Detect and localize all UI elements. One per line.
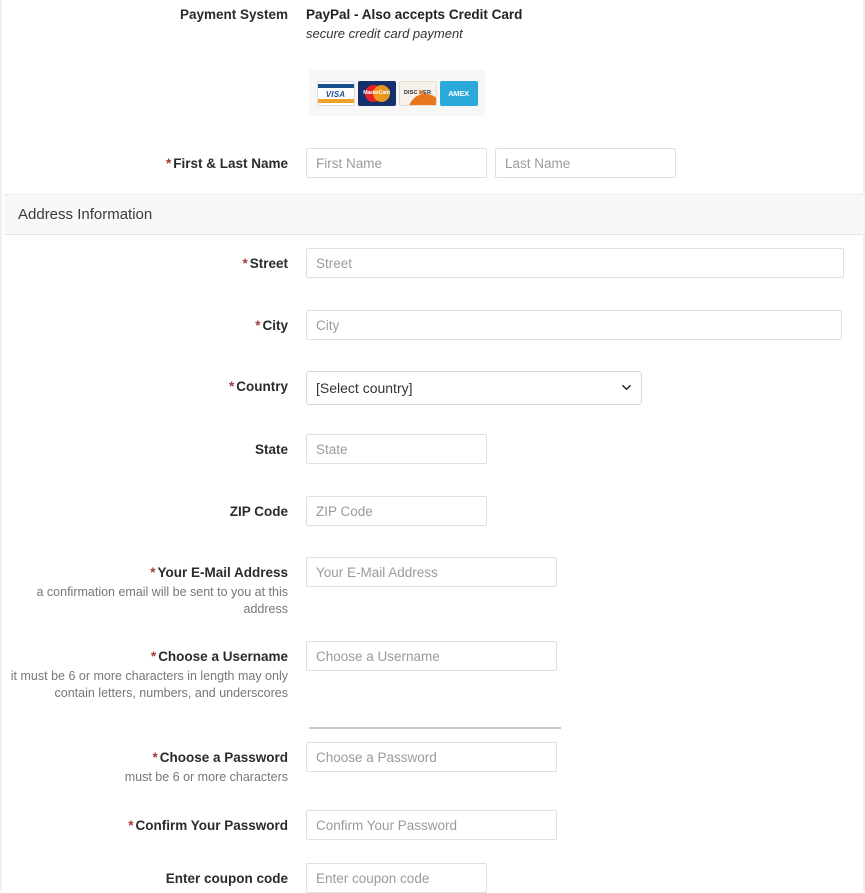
password-row: * Choose a Password must be 6 or more cha… bbox=[2, 742, 863, 786]
confirm-password-input[interactable] bbox=[306, 810, 557, 840]
first-name-input[interactable] bbox=[306, 148, 487, 178]
full-name-row: * First & Last Name bbox=[2, 148, 863, 178]
full-name-label: * First & Last Name bbox=[2, 155, 288, 172]
zip-row: ZIP Code bbox=[2, 496, 863, 526]
confirm-password-label-text: Confirm Your Password bbox=[135, 818, 288, 833]
amex-card-icon: AMEX bbox=[439, 80, 478, 106]
password-label-cell: * Choose a Password must be 6 or more cha… bbox=[2, 742, 298, 786]
required-asterisk: * bbox=[128, 818, 134, 833]
state-label: State bbox=[254, 442, 288, 457]
city-field-cell bbox=[298, 310, 863, 340]
street-label: * Street bbox=[2, 255, 288, 272]
country-label: * Country bbox=[2, 378, 288, 395]
required-asterisk: * bbox=[228, 379, 235, 394]
email-field-cell bbox=[298, 557, 863, 587]
password-label: * Choose a Password bbox=[2, 749, 288, 766]
section-title: Address Information bbox=[18, 206, 153, 223]
username-field-cell bbox=[298, 641, 863, 671]
state-input[interactable] bbox=[306, 434, 487, 464]
accepted-cards-strip: VISA MasterCard DISC VER AMEX bbox=[309, 70, 485, 116]
country-row: * Country [Select country] bbox=[2, 371, 863, 405]
address-information-section-header: Address Information bbox=[4, 194, 865, 235]
mastercard-card-icon: MasterCard bbox=[357, 80, 396, 106]
email-label-cell: * Your E-Mail Address a confirmation emai… bbox=[2, 557, 298, 618]
discover-card-icon: DISC VER bbox=[398, 80, 437, 106]
coupon-label: Enter coupon code bbox=[165, 871, 288, 886]
street-field-cell bbox=[298, 248, 863, 278]
visa-card-icon: VISA bbox=[316, 80, 355, 106]
username-label: * Choose a Username bbox=[2, 648, 288, 665]
state-field-cell bbox=[298, 434, 863, 464]
street-label-text: Street bbox=[249, 256, 288, 271]
discover-card-label: DISC VER bbox=[403, 89, 432, 96]
username-label-text: Choose a Username bbox=[158, 649, 288, 664]
country-select-wrapper: [Select country] bbox=[306, 371, 642, 405]
street-label-cell: * Street bbox=[2, 248, 298, 272]
email-help-text: a confirmation email will be sent to you… bbox=[36, 585, 288, 616]
required-asterisk: * bbox=[165, 156, 172, 171]
password-input[interactable] bbox=[306, 742, 557, 772]
zip-label: ZIP Code bbox=[229, 504, 288, 519]
coupon-row: Enter coupon code bbox=[2, 863, 863, 893]
payment-system-value-cell: PayPal - Also accepts Credit Card secure… bbox=[298, 6, 863, 43]
payment-system-description: secure credit card payment bbox=[306, 26, 463, 41]
required-asterisk: * bbox=[150, 565, 156, 580]
country-label-text: Country bbox=[236, 379, 288, 394]
email-row: * Your E-Mail Address a confirmation emai… bbox=[2, 557, 863, 618]
required-asterisk: * bbox=[242, 256, 248, 271]
street-input[interactable] bbox=[306, 248, 844, 278]
mastercard-card-label: MasterCard bbox=[363, 89, 390, 96]
coupon-field-cell bbox=[298, 863, 863, 893]
password-field-cell bbox=[298, 742, 863, 772]
registration-form-panel: Payment System PayPal - Also accepts Cre… bbox=[0, 0, 865, 893]
confirm-password-field-cell bbox=[298, 810, 863, 840]
confirm-password-label: * Confirm Your Password bbox=[2, 817, 288, 834]
payment-system-label-cell: Payment System bbox=[2, 6, 298, 23]
state-label-cell: State bbox=[2, 434, 298, 458]
required-asterisk: * bbox=[255, 318, 261, 333]
amex-card-label: AMEX bbox=[448, 88, 469, 98]
required-asterisk: * bbox=[152, 750, 158, 765]
confirm-password-row: * Confirm Your Password bbox=[2, 810, 863, 840]
country-select[interactable]: [Select country] bbox=[306, 371, 642, 405]
full-name-label-text: First & Last Name bbox=[173, 156, 288, 171]
street-row: * Street bbox=[2, 248, 863, 278]
visa-card-label: VISA bbox=[325, 89, 346, 99]
zip-label-cell: ZIP Code bbox=[2, 496, 298, 520]
city-label: * City bbox=[2, 317, 288, 334]
country-label-cell: * Country bbox=[2, 371, 298, 395]
zip-field-cell bbox=[298, 496, 863, 526]
full-name-label-cell: * First & Last Name bbox=[2, 148, 298, 172]
state-row: State bbox=[2, 434, 863, 464]
city-label-text: City bbox=[262, 318, 288, 333]
coupon-label-cell: Enter coupon code bbox=[2, 863, 298, 887]
zip-input[interactable] bbox=[306, 496, 487, 526]
email-input[interactable] bbox=[306, 557, 557, 587]
username-row: * Choose a Username it must be 6 or more … bbox=[2, 641, 863, 702]
username-input[interactable] bbox=[306, 641, 557, 671]
password-help-text: must be 6 or more characters bbox=[124, 770, 288, 784]
payment-system-row: Payment System PayPal - Also accepts Cre… bbox=[2, 6, 863, 43]
city-row: * City bbox=[2, 310, 863, 340]
coupon-input[interactable] bbox=[306, 863, 487, 893]
required-asterisk: * bbox=[150, 649, 157, 664]
payment-system-label: Payment System bbox=[179, 7, 288, 22]
username-label-cell: * Choose a Username it must be 6 or more … bbox=[2, 641, 298, 702]
email-label-text: Your E-Mail Address bbox=[157, 565, 288, 580]
city-label-cell: * City bbox=[2, 310, 298, 334]
username-help-text: it must be 6 or more characters in lengt… bbox=[10, 669, 288, 700]
payment-system-name: PayPal - Also accepts Credit Card bbox=[306, 7, 523, 22]
email-label: * Your E-Mail Address bbox=[2, 564, 288, 581]
password-label-text: Choose a Password bbox=[159, 750, 288, 765]
password-section-divider bbox=[309, 727, 561, 729]
last-name-input[interactable] bbox=[495, 148, 676, 178]
city-input[interactable] bbox=[306, 310, 842, 340]
country-field-cell: [Select country] bbox=[298, 371, 863, 405]
confirm-password-label-cell: * Confirm Your Password bbox=[2, 810, 298, 834]
full-name-field-cell bbox=[298, 148, 863, 178]
